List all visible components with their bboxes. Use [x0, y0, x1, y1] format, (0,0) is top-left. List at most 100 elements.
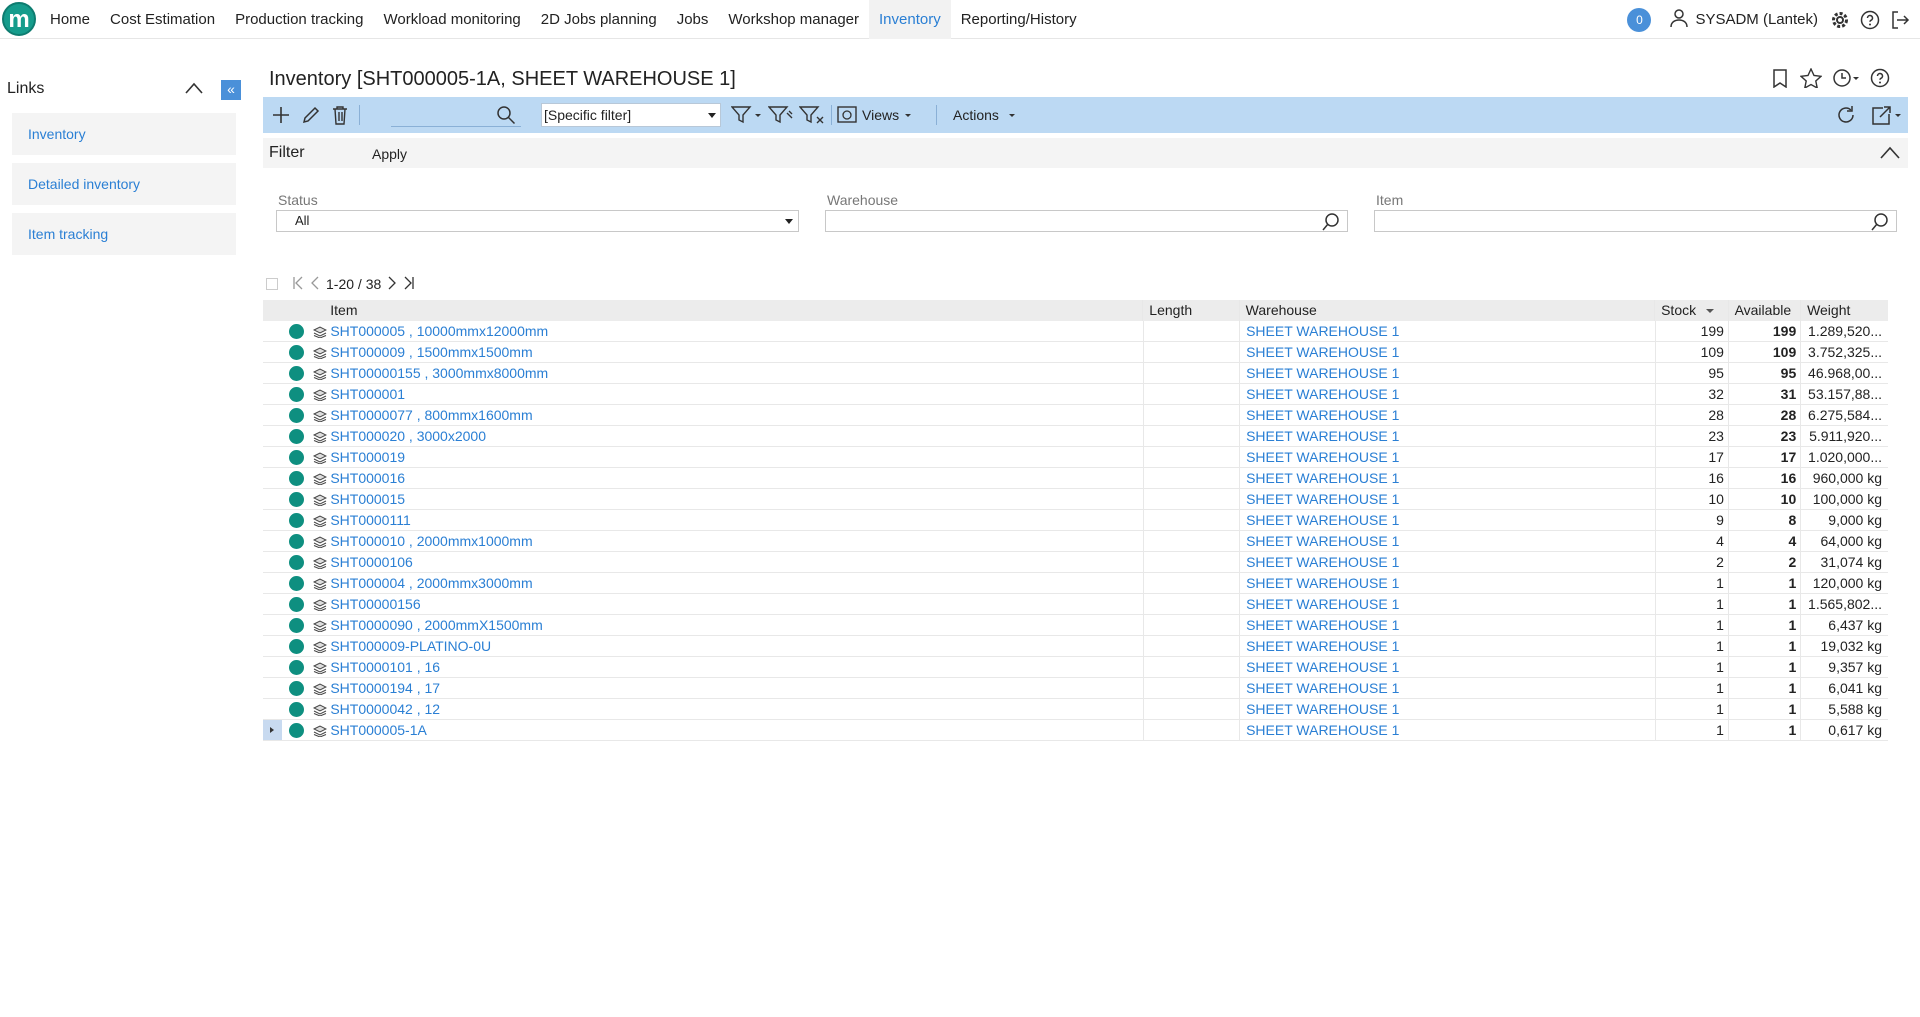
row-selector[interactable] — [263, 531, 282, 551]
warehouse-link[interactable]: SHEET WAREHOUSE 1 — [1240, 657, 1656, 677]
warehouse-link[interactable]: SHEET WAREHOUSE 1 — [1240, 405, 1656, 425]
column-header-weight[interactable]: Weight — [1801, 300, 1888, 321]
chevron-up-icon[interactable] — [1880, 146, 1900, 163]
row-selector[interactable] — [263, 447, 282, 467]
item-link[interactable]: SHT000009-PLATINO-0U — [330, 636, 1144, 656]
user-name[interactable]: SYSADM (Lantek) — [1695, 11, 1818, 28]
warehouse-link[interactable]: SHEET WAREHOUSE 1 — [1240, 363, 1656, 383]
item-link[interactable]: SHT0000077 , 800mmx1600mm — [330, 405, 1144, 425]
help-icon[interactable] — [1860, 10, 1880, 30]
previous-page-icon[interactable] — [310, 276, 320, 293]
warehouse-link[interactable]: SHEET WAREHOUSE 1 — [1240, 384, 1656, 404]
apply-filter-button[interactable]: Apply — [372, 146, 407, 162]
table-row[interactable]: SHT000009 , 1500mmx1500mm SHEET WAREHOUSE… — [263, 342, 1888, 363]
warehouse-link[interactable]: SHEET WAREHOUSE 1 — [1240, 531, 1656, 551]
warehouse-link[interactable]: SHEET WAREHOUSE 1 — [1240, 678, 1656, 698]
warehouse-link[interactable]: SHEET WAREHOUSE 1 — [1240, 447, 1656, 467]
table-row[interactable]: SHT0000194 , 17 SHEET WAREHOUSE 1 1 1 6,041 … — [263, 678, 1888, 699]
item-link[interactable]: SHT000004 , 2000mmx3000mm — [330, 573, 1144, 593]
item-link[interactable]: SHT000019 — [330, 447, 1144, 467]
item-link[interactable]: SHT000020 , 3000x2000 — [330, 426, 1144, 446]
refresh-icon[interactable] — [1835, 97, 1857, 133]
warehouse-link[interactable]: SHEET WAREHOUSE 1 — [1240, 636, 1656, 656]
nav-item-inventory[interactable]: Inventory — [869, 0, 951, 39]
search-icon[interactable] — [1321, 212, 1341, 238]
table-row[interactable]: SHT000015 SHEET WAREHOUSE 1 10 10 100,000 kg — [263, 489, 1888, 510]
table-row[interactable]: SHT000001 SHEET WAREHOUSE 1 32 31 53.157,88.… — [263, 384, 1888, 405]
star-icon[interactable] — [1799, 67, 1823, 91]
row-selector[interactable] — [263, 594, 282, 614]
warehouse-link[interactable]: SHEET WAREHOUSE 1 — [1240, 342, 1656, 362]
item-link[interactable]: SHT0000106 — [330, 552, 1144, 572]
user-icon[interactable] — [1669, 8, 1689, 31]
nav-item-reporting-history[interactable]: Reporting/History — [951, 0, 1087, 39]
first-page-icon[interactable] — [292, 276, 304, 293]
column-header-warehouse[interactable]: Warehouse — [1240, 300, 1656, 321]
table-row[interactable]: SHT0000111 SHEET WAREHOUSE 1 9 8 9,000 kg — [263, 510, 1888, 531]
status-select[interactable]: All — [276, 210, 799, 232]
row-selector[interactable] — [263, 699, 282, 719]
views-menu[interactable]: Views — [837, 97, 913, 133]
collapse-panel-button[interactable]: « — [221, 80, 241, 100]
item-link[interactable]: SHT0000101 , 16 — [330, 657, 1144, 677]
table-row[interactable]: SHT000010 , 2000mmx1000mm SHEET WAREHOUSE… — [263, 531, 1888, 552]
item-link[interactable]: SHT000015 — [330, 489, 1144, 509]
nav-item-2d-jobs-planning[interactable]: 2D Jobs planning — [531, 0, 667, 39]
row-selector[interactable] — [263, 720, 283, 740]
nav-item-workload-monitoring[interactable]: Workload monitoring — [373, 0, 530, 39]
column-header-stock[interactable]: Stock — [1655, 300, 1729, 321]
warehouse-link[interactable]: SHEET WAREHOUSE 1 — [1240, 699, 1656, 719]
filter-pin-icon[interactable] — [768, 97, 794, 133]
notification-badge[interactable]: 0 — [1627, 7, 1652, 32]
warehouse-link[interactable]: SHEET WAREHOUSE 1 — [1240, 573, 1656, 593]
warehouse-link[interactable]: SHEET WAREHOUSE 1 — [1240, 615, 1656, 635]
row-selector[interactable] — [263, 636, 282, 656]
table-row[interactable]: SHT00000156 SHEET WAREHOUSE 1 1 1 1.565,802.… — [263, 594, 1888, 615]
warehouse-link[interactable]: SHEET WAREHOUSE 1 — [1240, 468, 1656, 488]
row-selector[interactable] — [263, 615, 282, 635]
item-link[interactable]: SHT0000194 , 17 — [330, 678, 1144, 698]
column-header-item[interactable]: Item — [330, 300, 1144, 321]
row-selector[interactable] — [263, 510, 282, 530]
row-selector[interactable] — [263, 552, 282, 572]
bookmark-icon[interactable] — [1770, 68, 1790, 91]
edit-icon[interactable] — [301, 97, 321, 133]
table-row[interactable]: SHT0000106 SHEET WAREHOUSE 1 2 2 31,074 kg — [263, 552, 1888, 573]
item-link[interactable]: SHT00000155 , 3000mmx8000mm — [330, 363, 1144, 383]
item-link[interactable]: SHT000005 , 10000mmx12000mm — [330, 321, 1144, 341]
row-selector[interactable] — [263, 363, 282, 383]
link-item-tracking[interactable]: Item tracking — [12, 213, 236, 255]
column-header-available[interactable]: Available — [1729, 300, 1802, 321]
search-icon[interactable] — [1870, 212, 1890, 238]
item-link[interactable]: SHT0000111 — [330, 510, 1144, 530]
next-page-icon[interactable] — [387, 276, 397, 293]
specific-filter-select[interactable]: [Specific filter] — [541, 103, 721, 127]
item-link[interactable]: SHT00000156 — [330, 594, 1144, 614]
table-row[interactable]: SHT0000042 , 12 SHEET WAREHOUSE 1 1 1 5,588 … — [263, 699, 1888, 720]
item-link[interactable]: SHT0000042 , 12 — [330, 699, 1144, 719]
history-icon[interactable] — [1832, 68, 1860, 91]
nav-item-jobs[interactable]: Jobs — [667, 0, 719, 39]
item-link[interactable]: SHT000009 , 1500mmx1500mm — [330, 342, 1144, 362]
filter-icon[interactable] — [731, 97, 763, 133]
nav-item-workshop-manager[interactable]: Workshop manager — [718, 0, 869, 39]
gear-icon[interactable] — [1830, 10, 1850, 30]
page-help-icon[interactable] — [1870, 68, 1890, 91]
actions-menu[interactable]: Actions — [953, 97, 1017, 133]
row-selector[interactable] — [263, 405, 282, 425]
row-selector[interactable] — [263, 489, 282, 509]
delete-icon[interactable] — [331, 97, 349, 133]
warehouse-link[interactable]: SHEET WAREHOUSE 1 — [1240, 426, 1656, 446]
table-row[interactable]: SHT0000101 , 16 SHEET WAREHOUSE 1 1 1 9,357 … — [263, 657, 1888, 678]
row-selector[interactable] — [263, 342, 282, 362]
link-inventory[interactable]: Inventory — [12, 113, 236, 155]
export-icon[interactable] — [1871, 97, 1903, 133]
link-detailed-inventory[interactable]: Detailed inventory — [12, 163, 236, 205]
search-icon[interactable] — [496, 97, 516, 133]
clear-filter-icon[interactable] — [799, 97, 825, 133]
row-selector[interactable] — [263, 426, 282, 446]
add-icon[interactable] — [271, 97, 291, 133]
row-selector[interactable] — [263, 573, 282, 593]
item-field[interactable] — [1374, 210, 1897, 232]
table-row[interactable]: SHT000019 SHEET WAREHOUSE 1 17 17 1.020,000.… — [263, 447, 1888, 468]
